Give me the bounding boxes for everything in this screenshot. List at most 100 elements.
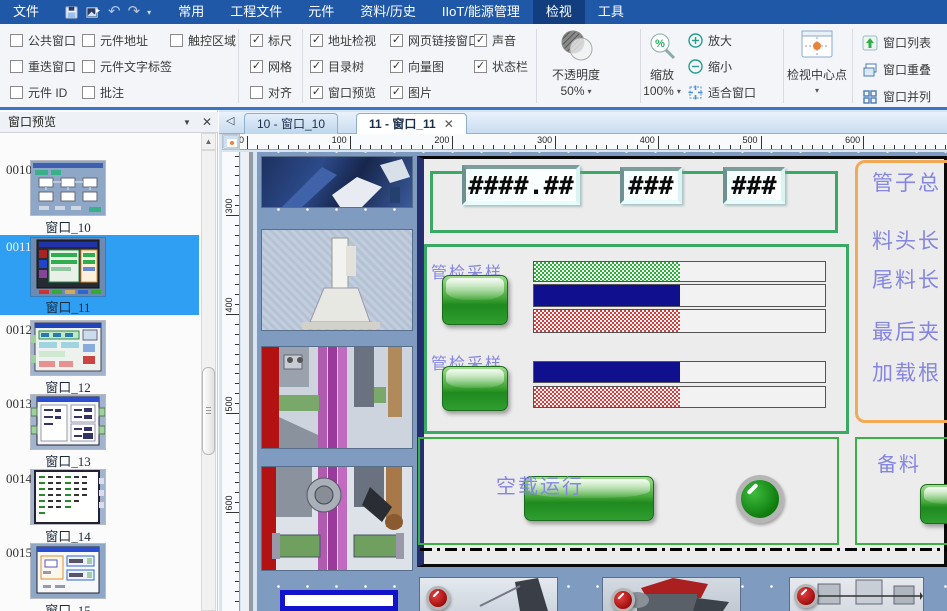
numeric-display-1[interactable]: ####.## bbox=[462, 165, 580, 205]
checkbox-address-view[interactable]: 地址检视 bbox=[310, 33, 376, 48]
sidebar-item-window-15[interactable]: 0015 窗口_15 bbox=[0, 541, 199, 611]
pipe-sample-button-2[interactable] bbox=[442, 366, 508, 411]
label-head-length[interactable]: 料头长 bbox=[872, 225, 947, 255]
checkbox-comment[interactable]: 批注 bbox=[82, 85, 124, 100]
checkbox-picture[interactable]: 图片 bbox=[390, 85, 432, 100]
panel-dropdown-icon[interactable]: ▼ bbox=[178, 112, 196, 133]
window-tile-button[interactable]: 窗口并列 bbox=[862, 88, 931, 105]
machine-image-3[interactable]: OFF bbox=[262, 347, 412, 448]
menu-common[interactable]: 常用 bbox=[165, 0, 217, 24]
menu-view[interactable]: 检视 bbox=[533, 0, 585, 24]
ruler-tick bbox=[791, 145, 792, 149]
ruler-tick bbox=[843, 145, 844, 149]
checkbox-ruler[interactable]: 标尺 bbox=[250, 33, 292, 48]
bar-graph-navy-1[interactable] bbox=[533, 284, 826, 307]
window-cascade-button[interactable]: 窗口重叠 bbox=[862, 61, 931, 78]
menu-tools[interactable]: 工具 bbox=[585, 0, 637, 24]
machine-image-1[interactable]: OFF bbox=[262, 157, 412, 207]
view-center-dropdown[interactable]: ▾ bbox=[782, 86, 852, 95]
ruler-tick bbox=[658, 136, 659, 149]
menu-iiot-energy[interactable]: IIoT/能源管理 bbox=[429, 0, 533, 24]
sidebar-item-window-10[interactable]: 0010 窗口_10 bbox=[0, 158, 199, 234]
machine-image-5[interactable] bbox=[420, 578, 557, 611]
opacity-value[interactable]: 50%▾ bbox=[540, 84, 612, 98]
ruler-tick bbox=[235, 373, 239, 374]
label-pipe-total[interactable]: 管子总 bbox=[872, 167, 947, 197]
checkbox-weblink-window[interactable]: 网页链接窗口 bbox=[390, 33, 480, 48]
ruler-label: 400 bbox=[627, 135, 655, 145]
export-image-icon[interactable] bbox=[86, 5, 101, 20]
bar-graph-red-2[interactable] bbox=[533, 386, 826, 408]
machine-image-4[interactable]: OFF bbox=[262, 467, 412, 570]
ruler-tick bbox=[493, 145, 494, 149]
numeric-display-2[interactable]: ### bbox=[620, 167, 682, 204]
ruler-tick bbox=[235, 354, 239, 355]
view-center-label: 检视中心点 bbox=[782, 66, 852, 83]
idle-run-label[interactable]: 空载运行 bbox=[496, 470, 584, 499]
numeric-display-3[interactable]: ### bbox=[723, 167, 785, 204]
machine-image-7[interactable] bbox=[790, 578, 923, 611]
sidebar-item-window-11[interactable]: 0011 窗口_11 bbox=[0, 235, 199, 315]
ruler-tick bbox=[915, 145, 916, 149]
redo-icon[interactable]: ↷ bbox=[128, 4, 141, 20]
sidebar-item-window-13[interactable]: 0013 窗口_13 bbox=[0, 392, 199, 468]
bar-graph-navy-2[interactable] bbox=[533, 361, 826, 383]
ruler-tick bbox=[360, 145, 361, 149]
tab-window-10[interactable]: 10 - 窗口_10 bbox=[244, 113, 338, 134]
machine-image-6[interactable] bbox=[603, 578, 740, 611]
zoom-out-button[interactable]: 缩小 bbox=[688, 58, 732, 75]
fit-to-window-button[interactable]: 适合窗口 bbox=[688, 84, 756, 101]
scrollbar-up-arrow[interactable]: ▲ bbox=[201, 133, 216, 150]
checkbox-object-address[interactable]: 元件地址 bbox=[82, 33, 148, 48]
window-id: 0013 bbox=[6, 396, 32, 412]
checkbox-vector-graphics[interactable]: 向量图 bbox=[390, 59, 444, 74]
ruler-tick bbox=[235, 324, 239, 325]
machine-image-2[interactable]: OFF bbox=[262, 230, 412, 330]
view-center-icon[interactable] bbox=[799, 29, 835, 66]
window-list-button[interactable]: 窗口列表 bbox=[862, 34, 931, 51]
bar-graph-green[interactable] bbox=[533, 261, 826, 282]
checkbox-directory-tree[interactable]: 目录树 bbox=[310, 59, 364, 74]
pipe-sample-button-1[interactable] bbox=[442, 275, 508, 325]
ruler-tick bbox=[709, 145, 710, 149]
blue-frame-object[interactable] bbox=[280, 590, 398, 611]
menu-project-files[interactable]: 工程文件 bbox=[217, 0, 295, 24]
checkbox-touch-area[interactable]: 触控区域 bbox=[170, 33, 236, 48]
tab-close-icon[interactable]: ✕ bbox=[444, 117, 454, 131]
save-icon[interactable] bbox=[64, 5, 79, 20]
fit-window-icon bbox=[688, 85, 703, 100]
label-last-clamp[interactable]: 最后夹 bbox=[872, 316, 947, 346]
panel-close-icon[interactable]: ✕ bbox=[198, 112, 216, 133]
zoom-icon[interactable]: % bbox=[646, 30, 678, 67]
sidebar-item-window-14[interactable]: 0014 窗口_14 bbox=[0, 467, 199, 543]
checkbox-overlay-window[interactable]: 重迭窗口 bbox=[10, 59, 76, 74]
checkbox-grid[interactable]: 网格 bbox=[250, 59, 292, 74]
checkbox-common-window[interactable]: 公共窗口 bbox=[10, 33, 76, 48]
menu-data-history[interactable]: 资料/历史 bbox=[347, 0, 429, 24]
zoom-value[interactable]: 100%▾ bbox=[632, 84, 692, 98]
sidebar-scrollbar-thumb[interactable] bbox=[202, 367, 215, 455]
prep-button[interactable] bbox=[920, 484, 947, 524]
prep-label[interactable]: 备料 bbox=[877, 448, 921, 477]
menu-objects[interactable]: 元件 bbox=[295, 0, 347, 24]
tab-scroll-left-icon[interactable]: ◁ bbox=[226, 114, 234, 127]
checkbox-box bbox=[170, 34, 183, 47]
checkbox-object-id[interactable]: 元件 ID bbox=[10, 85, 67, 100]
qat-dropdown-icon[interactable]: ▾ bbox=[147, 8, 151, 17]
zoom-in-button[interactable]: 放大 bbox=[688, 32, 732, 49]
checkbox-sound[interactable]: 声音 bbox=[474, 33, 516, 48]
bar-graph-red-1[interactable] bbox=[533, 309, 826, 333]
opacity-label: 不透明度 bbox=[540, 66, 612, 83]
green-led-indicator[interactable] bbox=[736, 475, 784, 523]
checkbox-object-text-label[interactable]: 元件文字标签 bbox=[82, 59, 172, 74]
label-load-count[interactable]: 加载根 bbox=[872, 357, 947, 387]
checkbox-status-bar[interactable]: 状态栏 bbox=[474, 59, 528, 74]
undo-icon[interactable]: ↶ bbox=[108, 4, 121, 20]
checkbox-align[interactable]: 对齐 bbox=[250, 85, 292, 100]
opacity-icon[interactable] bbox=[556, 28, 598, 69]
label-tail-length[interactable]: 尾料长 bbox=[872, 264, 947, 294]
sidebar-item-window-12[interactable]: 0012 窗口_12 bbox=[0, 318, 199, 394]
menu-file[interactable]: 文件 bbox=[0, 0, 52, 24]
tab-window-11[interactable]: 11 - 窗口_11✕ bbox=[356, 113, 467, 134]
checkbox-window-preview[interactable]: 窗口预览 bbox=[310, 85, 376, 100]
